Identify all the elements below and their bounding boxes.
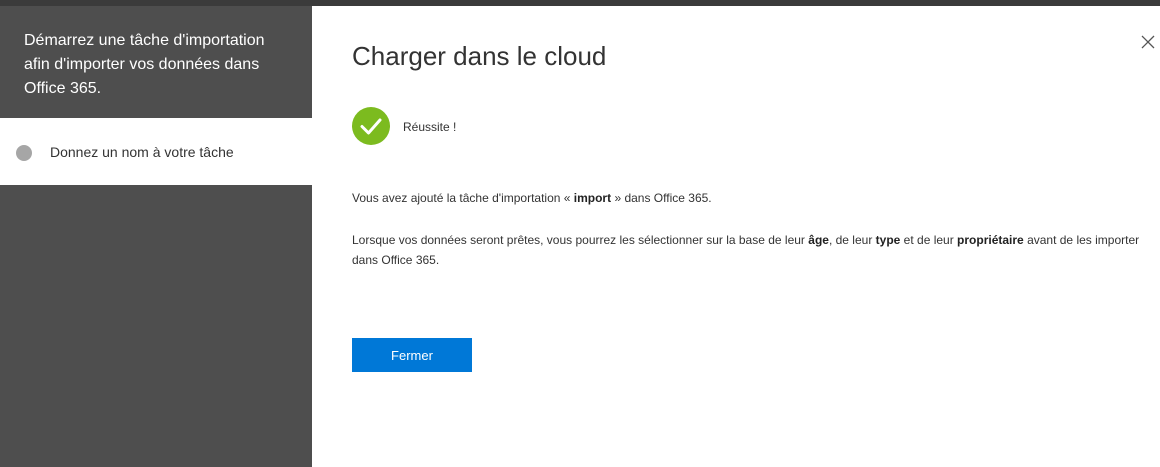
status-text: Réussite ! xyxy=(403,120,457,134)
close-icon[interactable] xyxy=(1138,32,1158,52)
step-item-name-task[interactable]: Donnez un nom à votre tâche xyxy=(0,118,312,185)
step-dot-icon xyxy=(16,145,32,161)
close-button[interactable]: Fermer xyxy=(352,338,472,372)
page-title: Charger dans le cloud xyxy=(352,41,607,71)
checkmark-circle-icon xyxy=(352,107,390,145)
wizard-sidebar: Démarrez une tâche d'importation afin d'… xyxy=(0,6,312,467)
sidebar-title: Démarrez une tâche d'importation afin d'… xyxy=(24,32,265,97)
info-message: Lorsque vos données seront prêtes, vous … xyxy=(352,233,1140,267)
task-name: import xyxy=(573,191,612,205)
confirmation-message: Vous avez ajouté la tâche d'importation … xyxy=(352,191,712,205)
step-label: Donnez un nom à votre tâche xyxy=(50,144,234,160)
